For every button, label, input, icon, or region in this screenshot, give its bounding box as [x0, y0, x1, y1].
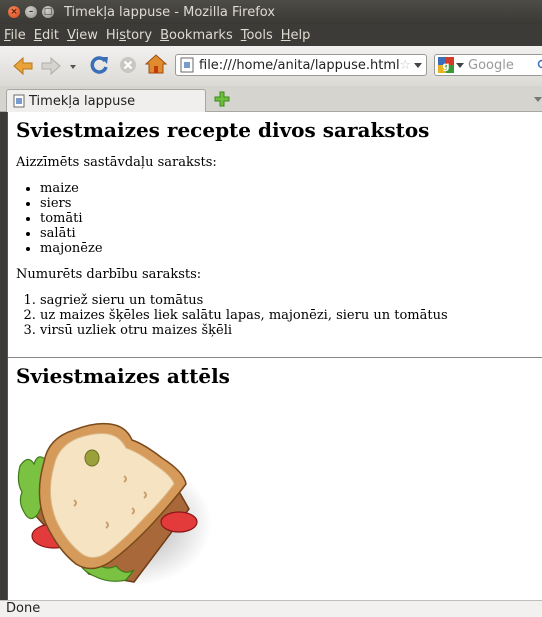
- tab-label: Timekļa lappuse: [29, 93, 136, 109]
- steps-list: sagriež sieru un tomātus uz maizes šķēle…: [8, 293, 542, 338]
- horizontal-rule: [8, 357, 542, 358]
- list-item: tomāti: [40, 211, 542, 226]
- menu-history[interactable]: History: [106, 28, 152, 43]
- forward-arrow-icon[interactable]: [40, 54, 62, 78]
- status-bar: Done: [0, 600, 542, 617]
- page-heading: Sviestmaizes recepte divos sarakstos: [16, 118, 430, 142]
- list-item: uz maizes šķēles liek salātu lapas, majo…: [40, 308, 542, 323]
- list-item: virsū uzliek otru maizes šķēli: [40, 323, 542, 338]
- url-text[interactable]: file:///home/anita/lappuse.html: [199, 58, 399, 73]
- google-icon[interactable]: g: [438, 57, 454, 73]
- page-icon: [180, 57, 194, 73]
- search-icon[interactable]: [537, 59, 542, 71]
- home-icon[interactable]: [144, 52, 168, 76]
- history-dropdown-icon[interactable]: [68, 54, 78, 78]
- window-maximize-button[interactable]: □: [42, 6, 54, 18]
- menu-file[interactable]: File: [4, 28, 26, 43]
- bookmark-star-icon[interactable]: ☆: [399, 58, 411, 73]
- menu-tools[interactable]: Tools: [241, 28, 273, 43]
- image-heading: Sviestmaizes attēls: [16, 364, 230, 388]
- window-titlebar: × – □ Timekļa lappuse - Mozilla Firefox: [0, 0, 542, 24]
- menu-help[interactable]: Help: [281, 28, 311, 43]
- url-dropdown-icon[interactable]: [414, 61, 422, 69]
- stop-icon[interactable]: [117, 53, 139, 77]
- page-icon: [13, 94, 25, 108]
- tab-bar: Timekļa lappuse: [0, 86, 542, 112]
- search-bar[interactable]: g Google: [434, 54, 542, 76]
- search-engine-dropdown-icon[interactable]: [456, 61, 464, 69]
- menu-bookmarks[interactable]: Bookmarks: [160, 28, 233, 43]
- status-text: Done: [6, 601, 41, 616]
- list-item: maize: [40, 181, 542, 196]
- window-minimize-button[interactable]: –: [25, 6, 37, 18]
- new-tab-plus-icon[interactable]: [214, 91, 230, 107]
- sandwich-image: [14, 404, 214, 597]
- page-content: Sviestmaizes recepte divos sarakstos Aiz…: [7, 112, 542, 600]
- menu-bar: File Edit View History Bookmarks Tools H…: [0, 24, 542, 46]
- list-item: siers: [40, 196, 542, 211]
- svg-text:g: g: [442, 61, 449, 72]
- steps-intro: Numurēts darbību saraksts:: [16, 267, 202, 282]
- back-arrow-icon[interactable]: [12, 54, 34, 78]
- tab-list-dropdown-icon[interactable]: [534, 95, 542, 103]
- navigation-toolbar: file:///home/anita/lappuse.html ☆ g Goog…: [0, 46, 542, 86]
- list-item: majonēze: [40, 241, 542, 256]
- window-close-button[interactable]: ×: [8, 6, 20, 18]
- menu-view[interactable]: View: [67, 28, 98, 43]
- list-item: salāti: [40, 226, 542, 241]
- tab-active[interactable]: Timekļa lappuse: [6, 89, 206, 112]
- ingredients-intro: Aizzīmēts sastāvdaļu saraksts:: [16, 155, 217, 170]
- ingredients-list: maize siers tomāti salāti majonēze: [8, 181, 542, 256]
- menu-edit[interactable]: Edit: [34, 28, 59, 43]
- window-title: Timekļa lappuse - Mozilla Firefox: [64, 4, 276, 20]
- reload-icon[interactable]: [88, 53, 110, 77]
- list-item: sagriež sieru un tomātus: [40, 293, 542, 308]
- url-bar[interactable]: file:///home/anita/lappuse.html ☆: [175, 54, 427, 76]
- search-placeholder: Google: [468, 57, 514, 73]
